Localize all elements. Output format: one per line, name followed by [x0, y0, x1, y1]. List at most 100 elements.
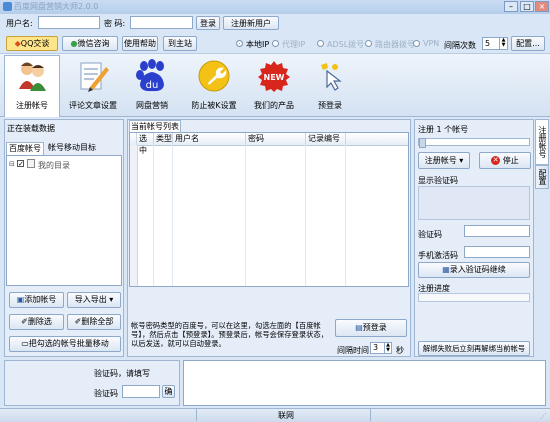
submit-captcha-label: 录入验证码继续	[449, 265, 506, 274]
delete-all-button[interactable]: ✐删除全部	[67, 314, 121, 330]
ip-option-router: 路由器拨号	[375, 40, 415, 49]
tool-anti-ban-label: 防止被K设置	[191, 101, 237, 110]
wrench-icon	[198, 60, 230, 92]
register-account-button[interactable]: 注册帐号 ▾	[418, 152, 470, 169]
ip-option-vpn: VPN	[423, 39, 440, 48]
bottom-captcha-input[interactable]	[122, 385, 160, 398]
status-divider	[370, 409, 371, 421]
tool-prelogin-label: 预登录	[318, 101, 342, 110]
ip-option-router-radio[interactable]	[365, 40, 372, 47]
username-input[interactable]	[38, 16, 100, 29]
side-tab-register[interactable]: 注册帐号	[535, 119, 549, 165]
col-record-id[interactable]: 记录编号	[306, 133, 346, 145]
bottom-confirm-button[interactable]: 确	[162, 385, 175, 398]
account-tree	[6, 155, 122, 286]
maximize-icon[interactable]: □	[520, 1, 534, 12]
log-area	[183, 360, 546, 406]
wechat-label: 微信咨询	[77, 39, 110, 48]
qq-chat-button[interactable]: ◆QQ交谈	[6, 36, 58, 51]
resize-grip-icon[interactable]: ⋰	[540, 412, 547, 420]
config-button[interactable]: 配置...	[511, 36, 545, 51]
tab-move-target[interactable]: 帐号移动目标	[45, 142, 99, 155]
slider-thumb[interactable]	[419, 138, 426, 148]
add-account-label: 添加帐号	[24, 295, 57, 304]
minimize-icon[interactable]: –	[504, 1, 518, 12]
app-icon	[3, 2, 12, 11]
password-input[interactable]	[130, 16, 193, 29]
tool-anti-ban-settings[interactable]: 防止被K设置	[182, 56, 246, 114]
interval-time-input[interactable]: 3 ▲ ▼	[370, 342, 392, 354]
note-edit-icon	[80, 62, 109, 92]
eraser-icon: ✐	[21, 317, 28, 326]
interval-count-input[interactable]: 5 ▲ ▼	[482, 37, 508, 50]
ip-option-vpn-radio[interactable]	[413, 40, 420, 47]
register-user-button[interactable]: 注册新用户	[223, 16, 279, 30]
captcha-input[interactable]	[464, 225, 530, 237]
prelogin-icon: ▤	[355, 323, 363, 332]
interval-spinner-icon[interactable]: ▲ ▼	[384, 343, 391, 353]
delete-selected-label: 删除选	[27, 317, 52, 326]
batch-move-button[interactable]: ▭把勾选的帐号批量移动	[9, 336, 121, 352]
tool-netdisk-marketing[interactable]: du 网盘营销	[120, 56, 184, 114]
tool-register-label: 注册帐号	[16, 101, 48, 110]
tab-baidu-accounts[interactable]: 百度帐号	[6, 142, 44, 155]
stop-button[interactable]: ✕ 停止	[479, 152, 531, 169]
new-badge-icon: NEW	[258, 61, 290, 92]
spinner-arrows-icon[interactable]: ▲ ▼	[499, 38, 507, 49]
ip-option-local-radio[interactable]	[236, 40, 243, 47]
keyboard-icon: ▦	[442, 265, 450, 274]
tree-expand-icon[interactable]: ⊟	[9, 160, 15, 168]
pointer-icon	[321, 63, 342, 91]
captcha-image-area	[418, 186, 530, 220]
baidu-pan-icon: du	[136, 59, 164, 92]
tool-comment-label: 评论文章设置	[69, 101, 117, 110]
bottom-captcha-label: 验证码	[94, 389, 118, 398]
network-status: 联网	[278, 411, 294, 420]
tool-comment-settings[interactable]: 评论文章设置	[61, 56, 125, 114]
window-title: 百度网盘营销大师2.0.0	[14, 2, 99, 11]
tree-root-checkbox[interactable]: ✓	[17, 160, 24, 168]
interval-unit: 秒	[396, 346, 404, 355]
interval-count-value: 5	[485, 39, 491, 48]
grid-line	[172, 145, 173, 286]
ip-option-proxy: 代理IP	[282, 40, 306, 49]
ip-option-proxy-radio[interactable]	[272, 40, 279, 47]
submit-captcha-button[interactable]: ▦录入验证码继续	[418, 262, 530, 278]
prelogin-label: 预登录	[362, 323, 387, 332]
register-slider[interactable]	[418, 138, 530, 148]
reunbind-button[interactable]: 解绑失败后立刻再解绑当前帐号	[418, 341, 530, 356]
delete-selected-button[interactable]: ✐删除选	[9, 314, 64, 330]
grid-line	[305, 145, 306, 286]
register-progress-bar	[418, 293, 530, 302]
tool-our-products[interactable]: NEW 我们的产品	[242, 56, 306, 114]
batch-move-label: 把勾选的帐号批量移动	[28, 339, 109, 348]
prelogin-button[interactable]: ▤预登录	[335, 319, 407, 337]
side-tab-config[interactable]: 配置	[535, 165, 549, 189]
username-label: 用户名:	[6, 19, 33, 28]
import-export-button[interactable]: 导入导出 ▾	[67, 292, 121, 308]
register-dropdown-icon: ▾	[459, 156, 464, 165]
captcha-label: 验证码	[418, 230, 442, 239]
col-password[interactable]: 密码	[246, 133, 306, 145]
show-captcha-label: 显示验证码	[418, 176, 458, 185]
ip-option-adsl-radio[interactable]	[317, 40, 324, 47]
close-icon[interactable]: ×	[535, 1, 549, 12]
tool-register-account[interactable]: 注册帐号	[0, 56, 64, 114]
col-selected[interactable]: 选中	[137, 133, 154, 155]
col-type[interactable]: 类型	[154, 133, 173, 145]
import-export-label: 导入导出	[74, 295, 107, 304]
grid-line	[245, 145, 246, 286]
svg-text:NEW: NEW	[264, 73, 285, 82]
tool-netdisk-label: 网盘营销	[136, 101, 168, 110]
help-button[interactable]: 使用帮助	[122, 36, 158, 51]
tab-current-accounts[interactable]: 当前帐号列表	[129, 120, 181, 132]
col-username[interactable]: 用户名	[173, 133, 246, 145]
wechat-button[interactable]: ●微信咨询	[62, 36, 118, 51]
tree-root-label[interactable]: 我的目录	[38, 160, 70, 171]
sms-code-input[interactable]	[464, 246, 530, 258]
add-account-button[interactable]: ▣添加帐号	[9, 292, 64, 308]
login-button[interactable]: 登录	[196, 16, 220, 30]
home-site-button[interactable]: 到主站	[163, 36, 197, 51]
accounts-table: 选中 类型 用户名 密码 记录编号	[129, 132, 409, 287]
tool-pre-login[interactable]: 预登录	[298, 56, 362, 114]
